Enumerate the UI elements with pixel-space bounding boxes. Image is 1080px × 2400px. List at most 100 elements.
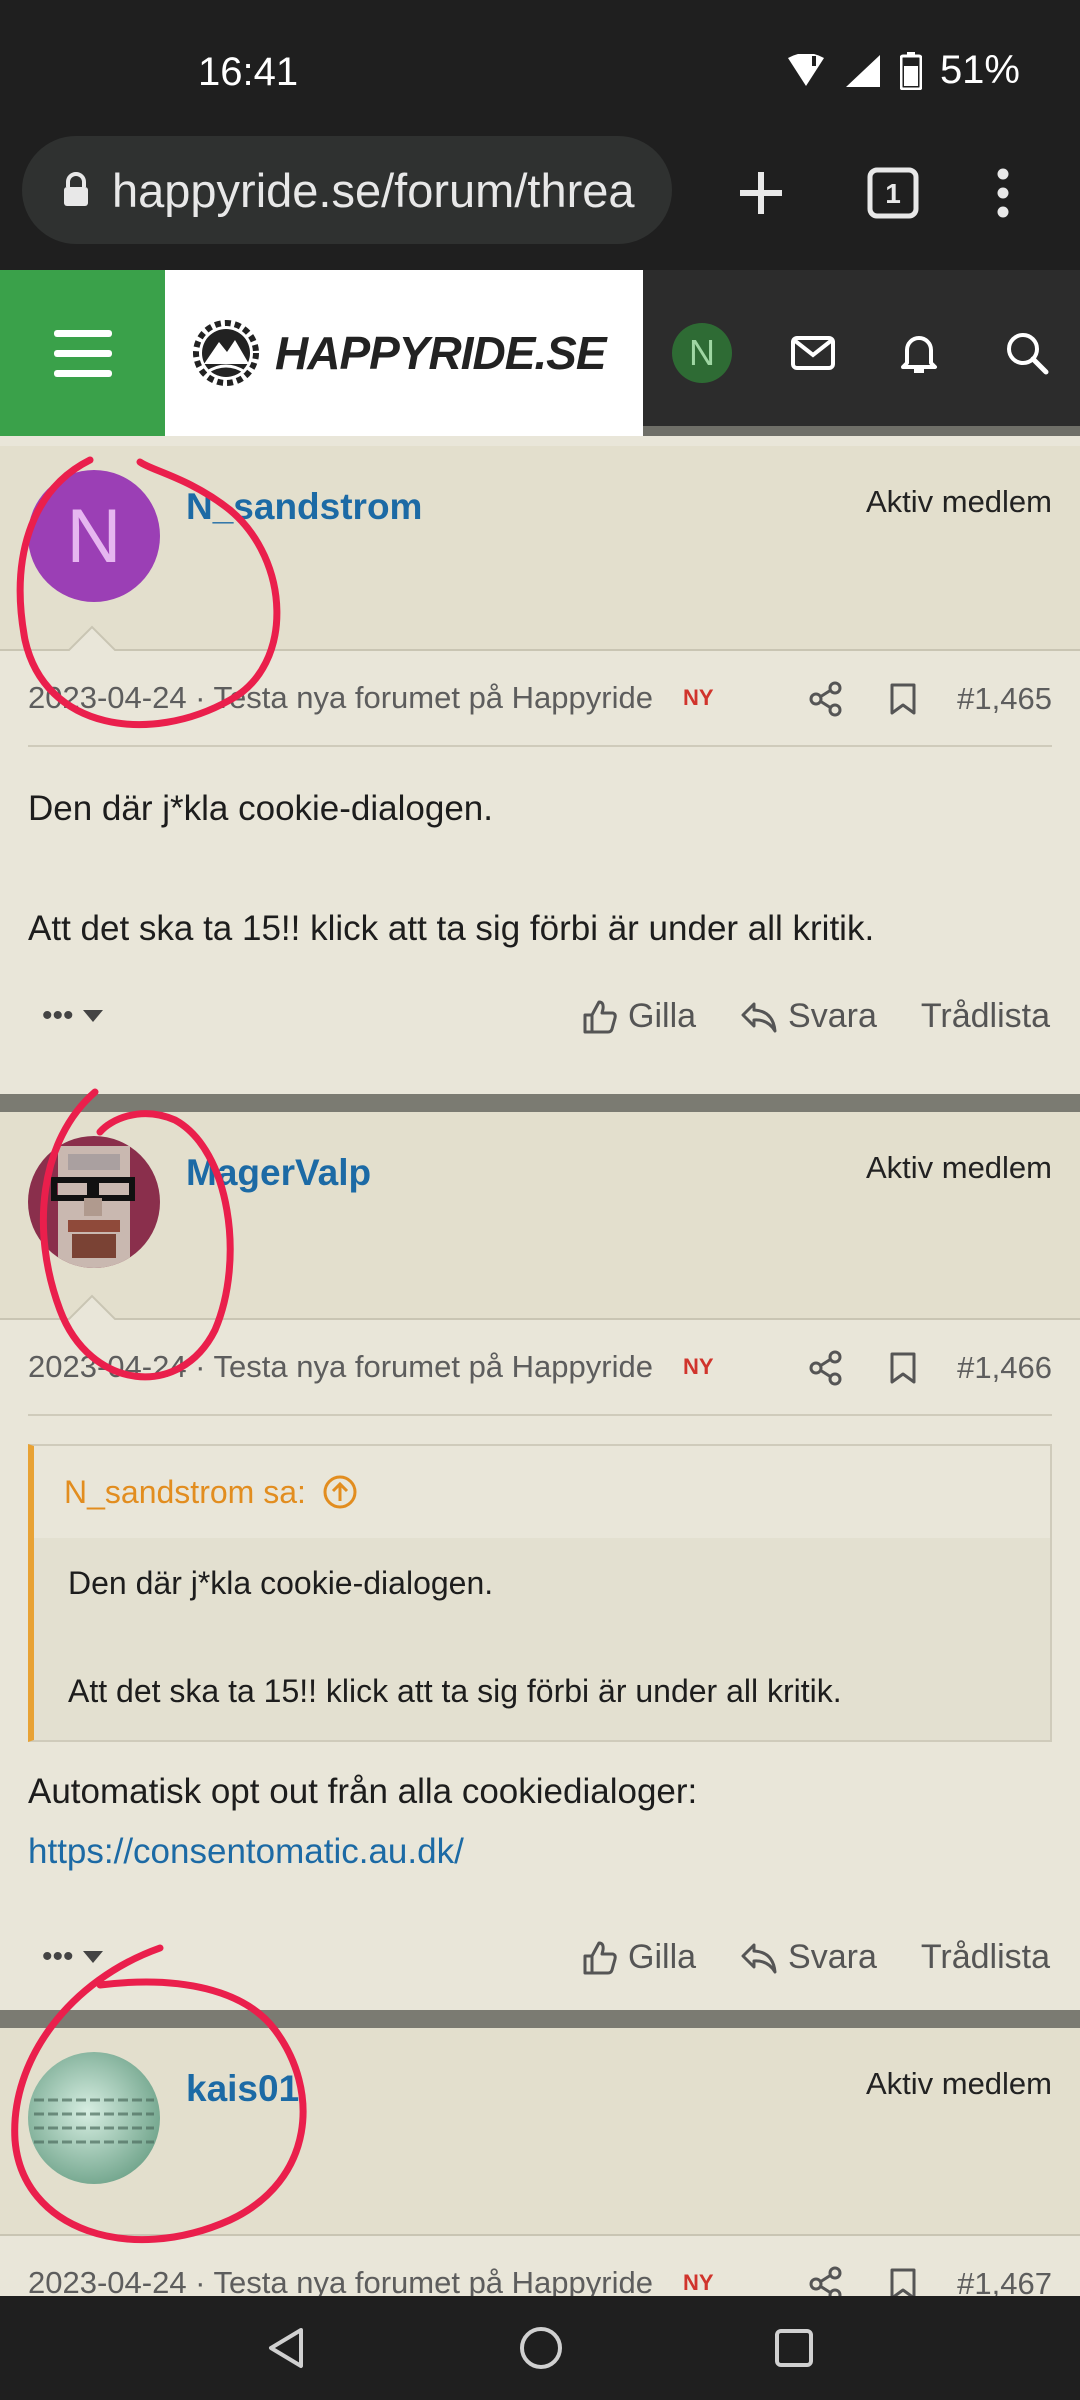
arrow-notch — [68, 1294, 116, 1320]
post-body: Automatisk opt out från alla cookiedialo… — [0, 1742, 1080, 1882]
post-meta: 2023-04-24 · Testa nya forumet på Happyr… — [28, 2236, 1052, 2296]
status-icons: 51% — [786, 48, 1020, 93]
username-link[interactable]: kais01 — [186, 2068, 299, 2110]
text-pattern-avatar-icon — [28, 2052, 160, 2184]
avatar[interactable] — [28, 2052, 160, 2184]
share-icon[interactable] — [809, 2266, 843, 2296]
thread-list-button[interactable]: Trådlista — [921, 997, 1050, 1036]
arrow-up-circle-icon[interactable] — [322, 1474, 358, 1510]
post-date[interactable]: 2023-04-24 · Testa nya forumet på Happyr… — [28, 2265, 653, 2296]
bookmark-icon[interactable] — [889, 2267, 917, 2296]
post-1467: kais01 Aktiv medlem 2023-04-24 · Testa n… — [0, 2028, 1080, 2296]
quote-text-line: Att det ska ta 15!! klick att ta sig för… — [68, 1673, 842, 1709]
quote-text-line: Den där j*kla cookie-dialogen. — [68, 1565, 494, 1601]
arrow-notch — [68, 625, 116, 651]
hamburger-menu-button[interactable] — [0, 270, 165, 436]
new-badge: NY — [682, 1354, 714, 1379]
avatar[interactable]: N — [28, 470, 160, 602]
post-1466: MagerValp Aktiv medlem 2023-04-24 · Test… — [0, 1112, 1080, 2014]
tabs-icon: 1 — [867, 167, 919, 219]
post-header: MagerValp Aktiv medlem — [0, 1112, 1080, 1320]
user-role: Aktiv medlem — [865, 484, 1052, 519]
user-avatar-button[interactable]: N — [672, 323, 732, 383]
post-actions: ••• Gilla Svara Trådlista — [0, 969, 1080, 1079]
tab-count: 1 — [885, 178, 901, 209]
user-role: Aktiv medlem — [865, 1150, 1052, 1185]
wifi-icon — [787, 53, 824, 86]
site-logo[interactable]: HAPPYRIDE.SE — [165, 270, 643, 436]
android-nav-bar — [0, 2296, 1080, 2400]
share-icon[interactable] — [809, 681, 843, 717]
post-date[interactable]: 2023-04-24 · Testa nya forumet på Happyr… — [28, 680, 653, 716]
mountain-gear-logo-icon — [193, 320, 259, 386]
bookmark-icon[interactable] — [889, 682, 917, 716]
like-button[interactable]: Gilla — [582, 997, 696, 1036]
post-header: N N_sandstrom Aktiv medlem — [0, 446, 1080, 651]
username-link[interactable]: N_sandstrom — [186, 486, 422, 528]
logo-text: HAPPYRIDE.SE — [275, 327, 607, 379]
more-options-button[interactable]: ••• — [42, 999, 104, 1033]
new-badge: NY — [682, 2270, 714, 2295]
reply-button[interactable]: Svara — [740, 1938, 877, 1977]
post-meta: 2023-04-24 · Testa nya forumet på Happyr… — [28, 1320, 1052, 1416]
post-meta: 2023-04-24 · Testa nya forumet på Happyr… — [28, 651, 1052, 747]
post-separator — [0, 2010, 1080, 2028]
post-date[interactable]: 2023-04-24 · Testa nya forumet på Happyr… — [28, 1349, 653, 1385]
battery-icon — [899, 51, 922, 90]
post-actions: ••• Gilla Svara Trådlista — [0, 1910, 1080, 2020]
post-text-line: Att det ska ta 15!! klick att ta sig för… — [28, 909, 875, 948]
chevron-down-icon — [82, 1010, 103, 1022]
thumbs-up-icon — [583, 1000, 617, 1033]
post-meta-icons: #1,465 — [809, 651, 1052, 747]
address-bar[interactable]: happyride.se/forum/threa — [22, 136, 672, 244]
browser-toolbar: happyride.se/forum/threa 1 — [0, 132, 1080, 270]
reply-arrow-icon — [741, 1943, 777, 1973]
reply-button[interactable]: Svara — [740, 997, 877, 1036]
recents-icon[interactable] — [773, 2327, 815, 2369]
bell-icon — [901, 336, 937, 373]
envelope-icon — [791, 336, 835, 370]
avatar-initial: N — [66, 493, 122, 579]
search-icon — [1007, 333, 1049, 375]
status-bar: 16:41 51% — [0, 0, 1080, 132]
quote-block: N_sandstrom sa: Den där j*kla cookie-dia… — [28, 1444, 1052, 1742]
post-text-line: Den där j*kla cookie-dialogen. — [28, 789, 493, 828]
quote-body: Den där j*kla cookie-dialogen. Att det s… — [34, 1538, 1050, 1740]
quote-author: N_sandstrom sa: — [64, 1473, 306, 1510]
url-text: happyride.se/forum/threa — [112, 163, 635, 217]
more-vertical-icon — [997, 168, 1009, 218]
site-header: HAPPYRIDE.SE N — [0, 270, 1080, 436]
thread-list-button[interactable]: Trådlista — [921, 1938, 1050, 1977]
inbox-button[interactable] — [780, 320, 846, 386]
signal-icon — [845, 54, 880, 87]
home-icon[interactable] — [518, 2325, 564, 2371]
new-tab-button[interactable] — [726, 158, 796, 228]
post-body: Den där j*kla cookie-dialogen. Att det s… — [0, 747, 1080, 959]
like-button[interactable]: Gilla — [582, 1938, 696, 1977]
consentomatic-link[interactable]: https://consentomatic.au.dk/ — [28, 1822, 1052, 1882]
alerts-button[interactable] — [886, 320, 952, 386]
new-badge: NY — [682, 685, 714, 710]
lock-icon — [64, 172, 88, 206]
post-meta-icons: #1,466 — [809, 1320, 1052, 1416]
post-number[interactable]: #1,465 — [957, 681, 1052, 717]
username-link[interactable]: MagerValp — [186, 1152, 371, 1194]
post-separator — [0, 1094, 1080, 1112]
bookmark-icon[interactable] — [889, 1351, 917, 1385]
post-number[interactable]: #1,466 — [957, 1350, 1052, 1386]
back-icon[interactable] — [265, 2326, 309, 2370]
post-number[interactable]: #1,467 — [957, 2266, 1052, 2296]
share-icon[interactable] — [809, 1350, 843, 1386]
tab-switcher-button[interactable]: 1 — [858, 158, 928, 228]
user-role: Aktiv medlem — [865, 2066, 1052, 2101]
browser-menu-button[interactable] — [968, 158, 1038, 228]
quote-header[interactable]: N_sandstrom sa: — [34, 1446, 1050, 1538]
search-button[interactable] — [994, 320, 1060, 386]
chevron-down-icon — [82, 1951, 103, 1963]
more-options-button[interactable]: ••• — [42, 1940, 104, 1974]
battery-percent: 51% — [939, 48, 1020, 92]
post-text-line: Automatisk opt out från alla cookiedialo… — [28, 1772, 698, 1811]
thumbs-up-icon — [583, 1941, 617, 1974]
post-header: kais01 Aktiv medlem — [0, 2028, 1080, 2236]
avatar[interactable] — [28, 1136, 160, 1268]
